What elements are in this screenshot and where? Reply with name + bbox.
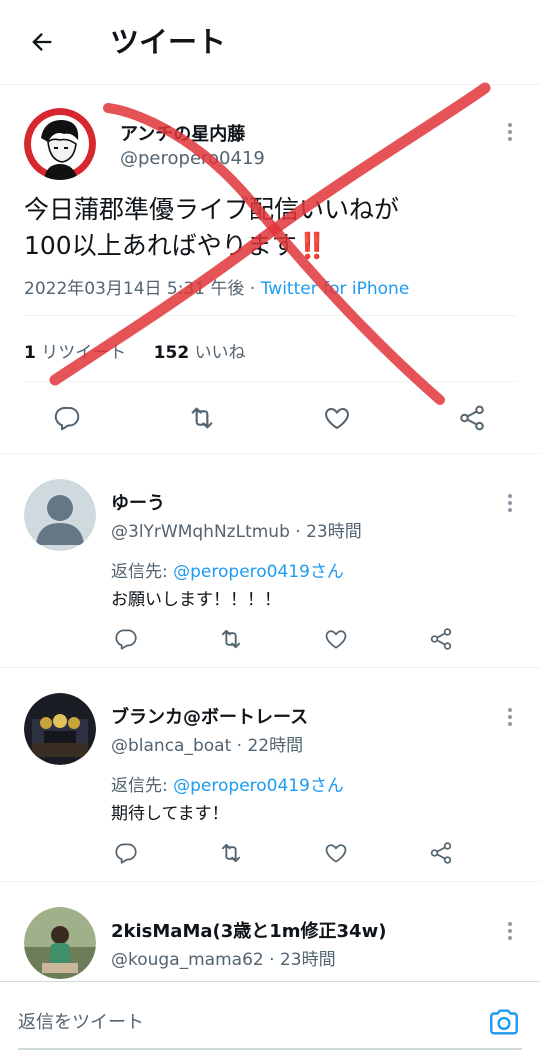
reply-action-bar xyxy=(0,833,540,873)
tweet-datetime[interactable]: 2022年03月14日 5:31 午後 xyxy=(24,279,245,299)
mention-link[interactable]: @peropero0419さん xyxy=(173,776,344,796)
retweet-button[interactable] xyxy=(211,833,251,873)
share-icon xyxy=(460,405,484,431)
main-tweet: アンチの星内藤 @peropero0419 今日蒲郡準優ライブ配信いいねが 10… xyxy=(0,86,540,454)
camera-icon xyxy=(490,1009,518,1035)
mention-link[interactable]: @peropero0419さん xyxy=(173,562,344,582)
reply-author-handle: @3lYrWMqhNzLtmub · 23時間 xyxy=(111,522,362,542)
reply-avatar[interactable] xyxy=(24,693,96,765)
reply-item[interactable]: 2kisMaMa(3歳と1m修正34w) @kouga_mama62 · 23時… xyxy=(0,883,540,981)
reply-input[interactable]: 返信をツイート xyxy=(18,1008,144,1034)
author-handle[interactable]: @peropero0419 xyxy=(120,148,265,169)
reply-text: お願いします！！！！ xyxy=(111,590,281,610)
reply-avatar[interactable] xyxy=(24,479,96,551)
reply-button[interactable] xyxy=(47,398,87,438)
share-button[interactable] xyxy=(421,833,461,873)
like-button[interactable] xyxy=(316,619,356,659)
tweet-stats: 1 リツイート 152 いいね xyxy=(24,338,246,363)
reply-icon xyxy=(54,407,80,431)
tweet-text-line2: 100以上あればやります xyxy=(24,231,297,260)
divider xyxy=(24,381,516,382)
share-button[interactable] xyxy=(452,398,492,438)
like-button[interactable] xyxy=(316,833,356,873)
replying-to: 返信先: @peropero0419さん xyxy=(111,776,344,796)
reply-author-name[interactable]: ゆーう xyxy=(111,489,165,515)
reply-icon xyxy=(115,843,137,864)
reply-author-name[interactable]: ブランカ@ボートレース xyxy=(111,703,308,729)
share-button[interactable] xyxy=(421,619,461,659)
retweet-icon xyxy=(221,843,241,863)
page-title: ツイート xyxy=(110,25,227,59)
like-stat[interactable]: 152 いいね xyxy=(154,343,246,363)
reply-author-handle: @blanca_boat · 22時間 xyxy=(111,736,304,756)
tweet-source-link[interactable]: Twitter for iPhone xyxy=(261,279,410,299)
heart-icon xyxy=(325,630,347,649)
heart-icon xyxy=(325,844,347,863)
more-options-button[interactable] xyxy=(498,491,522,515)
reply-icon xyxy=(115,629,137,650)
more-vertical-icon xyxy=(508,922,512,940)
reply-compose-bar: 返信をツイート xyxy=(0,981,540,1057)
tweet-text-line1: 今日蒲郡準優ライブ配信いいねが xyxy=(24,195,400,224)
more-options-button[interactable] xyxy=(498,120,522,144)
heart-icon xyxy=(325,408,349,429)
share-icon xyxy=(430,842,452,864)
retweet-icon xyxy=(221,629,241,649)
more-vertical-icon xyxy=(508,123,512,141)
back-arrow-icon xyxy=(32,33,52,51)
camera-button[interactable] xyxy=(486,1004,522,1040)
reply-button[interactable] xyxy=(106,619,146,659)
tweet-text: 今日蒲郡準優ライブ配信いいねが 100以上あればやります‼️ xyxy=(24,192,494,264)
more-options-button[interactable] xyxy=(498,919,522,943)
reply-text: 期待してます！ xyxy=(111,804,229,824)
divider xyxy=(24,315,516,316)
reply-button[interactable] xyxy=(106,833,146,873)
author-avatar[interactable] xyxy=(24,108,96,180)
share-icon xyxy=(430,628,452,650)
retweet-button[interactable] xyxy=(211,619,251,659)
reply-action-bar xyxy=(0,619,540,659)
retweet-button[interactable] xyxy=(182,398,222,438)
reply-author-handle: @kouga_mama62 · 23時間 xyxy=(111,950,336,970)
author-name[interactable]: アンチの星内藤 xyxy=(120,120,245,146)
reply-avatar[interactable] xyxy=(24,907,96,979)
back-button[interactable] xyxy=(22,22,62,62)
more-vertical-icon xyxy=(508,494,512,512)
reply-author-name[interactable]: 2kisMaMa(3歳と1m修正34w) xyxy=(111,917,386,943)
more-options-button[interactable] xyxy=(498,705,522,729)
reply-item[interactable]: ブランカ@ボートレース @blanca_boat · 22時間 返信先: @pe… xyxy=(0,669,540,882)
double-exclamation-emoji: ‼️ xyxy=(296,231,328,260)
top-app-bar: ツイート xyxy=(0,0,540,85)
replying-to: 返信先: @peropero0419さん xyxy=(111,562,344,582)
compose-underline xyxy=(18,1048,522,1050)
more-vertical-icon xyxy=(508,708,512,726)
like-button[interactable] xyxy=(317,398,357,438)
retweet-icon xyxy=(191,407,213,429)
tweet-action-bar xyxy=(0,398,540,438)
reply-item[interactable]: ゆーう @3lYrWMqhNzLtmub · 23時間 返信先: @perope… xyxy=(0,455,540,668)
tweet-timestamp: 2022年03月14日 5:31 午後 · Twitter for iPhone xyxy=(24,279,410,299)
retweet-stat[interactable]: 1 リツイート xyxy=(24,343,126,363)
